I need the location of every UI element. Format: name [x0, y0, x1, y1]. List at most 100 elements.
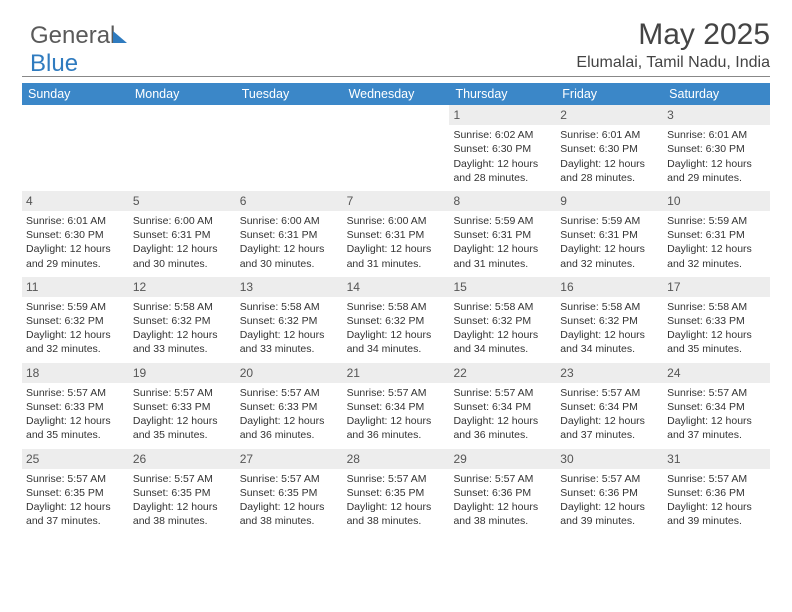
daylight-line: Daylight: 12 hours and 28 minutes.: [560, 157, 659, 185]
sunrise-line: Sunrise: 5:57 AM: [26, 472, 125, 486]
calendar-week: 11Sunrise: 5:59 AMSunset: 6:32 PMDayligh…: [22, 277, 770, 363]
sunrise-line: Sunrise: 6:00 AM: [133, 214, 232, 228]
sunrise-line: Sunrise: 6:01 AM: [26, 214, 125, 228]
daylight-line: Daylight: 12 hours and 29 minutes.: [667, 157, 766, 185]
sunrise-line: Sunrise: 5:57 AM: [347, 472, 446, 486]
sunrise-line: Sunrise: 6:02 AM: [453, 128, 552, 142]
daylight-line: Daylight: 12 hours and 35 minutes.: [133, 414, 232, 442]
sunset-line: Sunset: 6:35 PM: [26, 486, 125, 500]
sunrise-line: Sunrise: 5:58 AM: [133, 300, 232, 314]
calendar-cell: 16Sunrise: 5:58 AMSunset: 6:32 PMDayligh…: [556, 277, 663, 363]
day-number: [129, 105, 236, 124]
sunset-line: Sunset: 6:34 PM: [560, 400, 659, 414]
daylight-line: Daylight: 12 hours and 36 minutes.: [347, 414, 446, 442]
sunset-line: Sunset: 6:36 PM: [560, 486, 659, 500]
sunset-line: Sunset: 6:35 PM: [240, 486, 339, 500]
calendar-cell: 18Sunrise: 5:57 AMSunset: 6:33 PMDayligh…: [22, 363, 129, 449]
sunrise-line: Sunrise: 5:57 AM: [240, 472, 339, 486]
calendar-cell: 23Sunrise: 5:57 AMSunset: 6:34 PMDayligh…: [556, 363, 663, 449]
sunrise-line: Sunrise: 5:57 AM: [453, 386, 552, 400]
sunset-line: Sunset: 6:31 PM: [347, 228, 446, 242]
calendar-cell: 5Sunrise: 6:00 AMSunset: 6:31 PMDaylight…: [129, 191, 236, 277]
sunrise-line: Sunrise: 6:01 AM: [560, 128, 659, 142]
calendar-cell: 17Sunrise: 5:58 AMSunset: 6:33 PMDayligh…: [663, 277, 770, 363]
sunrise-line: Sunrise: 6:01 AM: [667, 128, 766, 142]
logo-triangle-icon: [113, 31, 127, 43]
weekday-header: Monday: [129, 83, 236, 105]
sunset-line: Sunset: 6:34 PM: [667, 400, 766, 414]
calendar-cell: 7Sunrise: 6:00 AMSunset: 6:31 PMDaylight…: [343, 191, 450, 277]
daylight-line: Daylight: 12 hours and 30 minutes.: [133, 242, 232, 270]
sunset-line: Sunset: 6:33 PM: [667, 314, 766, 328]
sunset-line: Sunset: 6:33 PM: [26, 400, 125, 414]
daylight-line: Daylight: 12 hours and 28 minutes.: [453, 157, 552, 185]
day-number: 15: [449, 277, 556, 297]
daylight-line: Daylight: 12 hours and 37 minutes.: [560, 414, 659, 442]
day-number: 29: [449, 449, 556, 469]
calendar-cell: [129, 105, 236, 191]
day-number: 31: [663, 449, 770, 469]
sunset-line: Sunset: 6:35 PM: [347, 486, 446, 500]
day-number: 14: [343, 277, 450, 297]
calendar-cell: 25Sunrise: 5:57 AMSunset: 6:35 PMDayligh…: [22, 449, 129, 535]
sunset-line: Sunset: 6:30 PM: [26, 228, 125, 242]
sunrise-line: Sunrise: 5:57 AM: [133, 386, 232, 400]
day-number: 18: [22, 363, 129, 383]
calendar-cell: 27 Sunrise: 5:57 AMSunset: 6:35 PMDayligh…: [236, 449, 343, 535]
daylight-line: Daylight: 12 hours and 38 minutes.: [240, 500, 339, 528]
day-number: 4: [22, 191, 129, 211]
day-number: 26: [129, 449, 236, 469]
weekday-header: Friday: [556, 83, 663, 105]
sunset-line: Sunset: 6:36 PM: [453, 486, 552, 500]
daylight-line: Daylight: 12 hours and 32 minutes.: [560, 242, 659, 270]
location-label: Elumalai, Tamil Nadu, India: [22, 54, 770, 77]
sunrise-line: Sunrise: 5:59 AM: [667, 214, 766, 228]
sunrise-line: Sunrise: 5:57 AM: [667, 472, 766, 486]
daylight-line: Daylight: 12 hours and 36 minutes.: [240, 414, 339, 442]
sunrise-line: Sunrise: 5:57 AM: [560, 472, 659, 486]
daylight-line: Daylight: 12 hours and 35 minutes.: [26, 414, 125, 442]
day-number: 23: [556, 363, 663, 383]
calendar-cell: 31Sunrise: 5:57 AMSunset: 6:36 PMDayligh…: [663, 449, 770, 535]
weekday-header-row: SundayMondayTuesdayWednesdayThursdayFrid…: [22, 83, 770, 105]
sunrise-line: Sunrise: 5:57 AM: [667, 386, 766, 400]
daylight-line: Daylight: 12 hours and 29 minutes.: [26, 242, 125, 270]
day-number: 19: [129, 363, 236, 383]
sunrise-line: Sunrise: 6:00 AM: [240, 214, 339, 228]
day-number: 20: [236, 363, 343, 383]
sunset-line: Sunset: 6:30 PM: [667, 142, 766, 156]
calendar-cell: 29Sunrise: 5:57 AMSunset: 6:36 PMDayligh…: [449, 449, 556, 535]
calendar-cell: 4 Sunrise: 6:01 AMSunset: 6:30 PMDaylight…: [22, 191, 129, 277]
sunrise-line: Sunrise: 5:58 AM: [453, 300, 552, 314]
day-number: 12: [129, 277, 236, 297]
calendar-cell: 26Sunrise: 5:57 AMSunset: 6:35 PMDayligh…: [129, 449, 236, 535]
sunset-line: Sunset: 6:31 PM: [133, 228, 232, 242]
calendar-cell: 10Sunrise: 5:59 AMSunset: 6:31 PMDayligh…: [663, 191, 770, 277]
daylight-line: Daylight: 12 hours and 32 minutes.: [26, 328, 125, 356]
sunrise-line: Sunrise: 6:00 AM: [347, 214, 446, 228]
calendar-cell: 21Sunrise: 5:57 AMSunset: 6:34 PMDayligh…: [343, 363, 450, 449]
calendar-cell: [343, 105, 450, 191]
calendar-cell: 15Sunrise: 5:58 AMSunset: 6:32 PMDayligh…: [449, 277, 556, 363]
day-number: 17: [663, 277, 770, 297]
sunrise-line: Sunrise: 5:57 AM: [347, 386, 446, 400]
sunset-line: Sunset: 6:31 PM: [240, 228, 339, 242]
weekday-header: Tuesday: [236, 83, 343, 105]
calendar-cell: 9Sunrise: 5:59 AMSunset: 6:31 PMDaylight…: [556, 191, 663, 277]
sunset-line: Sunset: 6:34 PM: [453, 400, 552, 414]
daylight-line: Daylight: 12 hours and 33 minutes.: [240, 328, 339, 356]
sunset-line: Sunset: 6:32 PM: [560, 314, 659, 328]
day-number: 24: [663, 363, 770, 383]
day-number: 27: [236, 449, 343, 469]
sunset-line: Sunset: 6:32 PM: [240, 314, 339, 328]
sunset-line: Sunset: 6:30 PM: [560, 142, 659, 156]
day-number: 25: [22, 449, 129, 469]
day-number: 13: [236, 277, 343, 297]
calendar-cell: 30Sunrise: 5:57 AMSunset: 6:36 PMDayligh…: [556, 449, 663, 535]
daylight-line: Daylight: 12 hours and 35 minutes.: [667, 328, 766, 356]
daylight-line: Daylight: 12 hours and 34 minutes.: [347, 328, 446, 356]
sunset-line: Sunset: 6:30 PM: [453, 142, 552, 156]
weekday-header: Wednesday: [343, 83, 450, 105]
day-number: 6: [236, 191, 343, 211]
daylight-line: Daylight: 12 hours and 37 minutes.: [667, 414, 766, 442]
